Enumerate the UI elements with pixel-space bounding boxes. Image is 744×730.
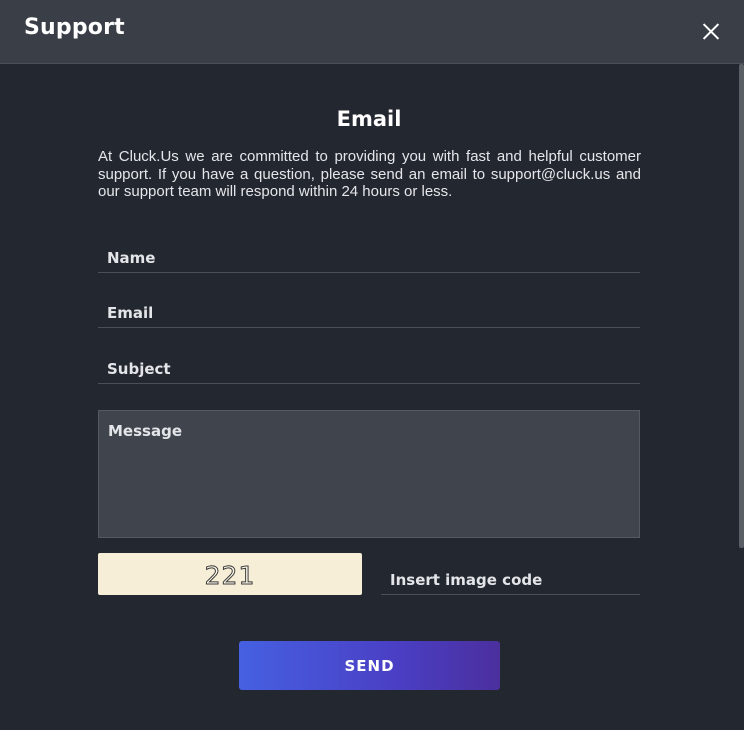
dialog-header: Support xyxy=(0,0,744,64)
captcha-field-wrapper xyxy=(381,566,640,595)
intro-text: At Cluck.Us we are committed to providin… xyxy=(98,148,641,200)
support-dialog: Support Email At Cluck.Us we are committ… xyxy=(0,0,744,730)
email-field[interactable] xyxy=(98,299,640,327)
email-field-wrapper xyxy=(98,299,640,328)
message-field[interactable] xyxy=(99,411,639,537)
scrollbar[interactable] xyxy=(739,64,744,548)
captcha-input[interactable] xyxy=(381,566,640,594)
subject-field-wrapper xyxy=(98,355,640,384)
captcha-image: 221 xyxy=(98,553,362,595)
section-title: Email xyxy=(336,107,402,131)
name-field[interactable] xyxy=(98,244,640,272)
name-field-wrapper xyxy=(98,244,640,273)
close-icon[interactable] xyxy=(700,20,722,42)
message-box xyxy=(98,410,640,538)
send-button[interactable]: SEND xyxy=(239,641,500,690)
dialog-title: Support xyxy=(24,15,125,40)
subject-field[interactable] xyxy=(98,355,640,383)
